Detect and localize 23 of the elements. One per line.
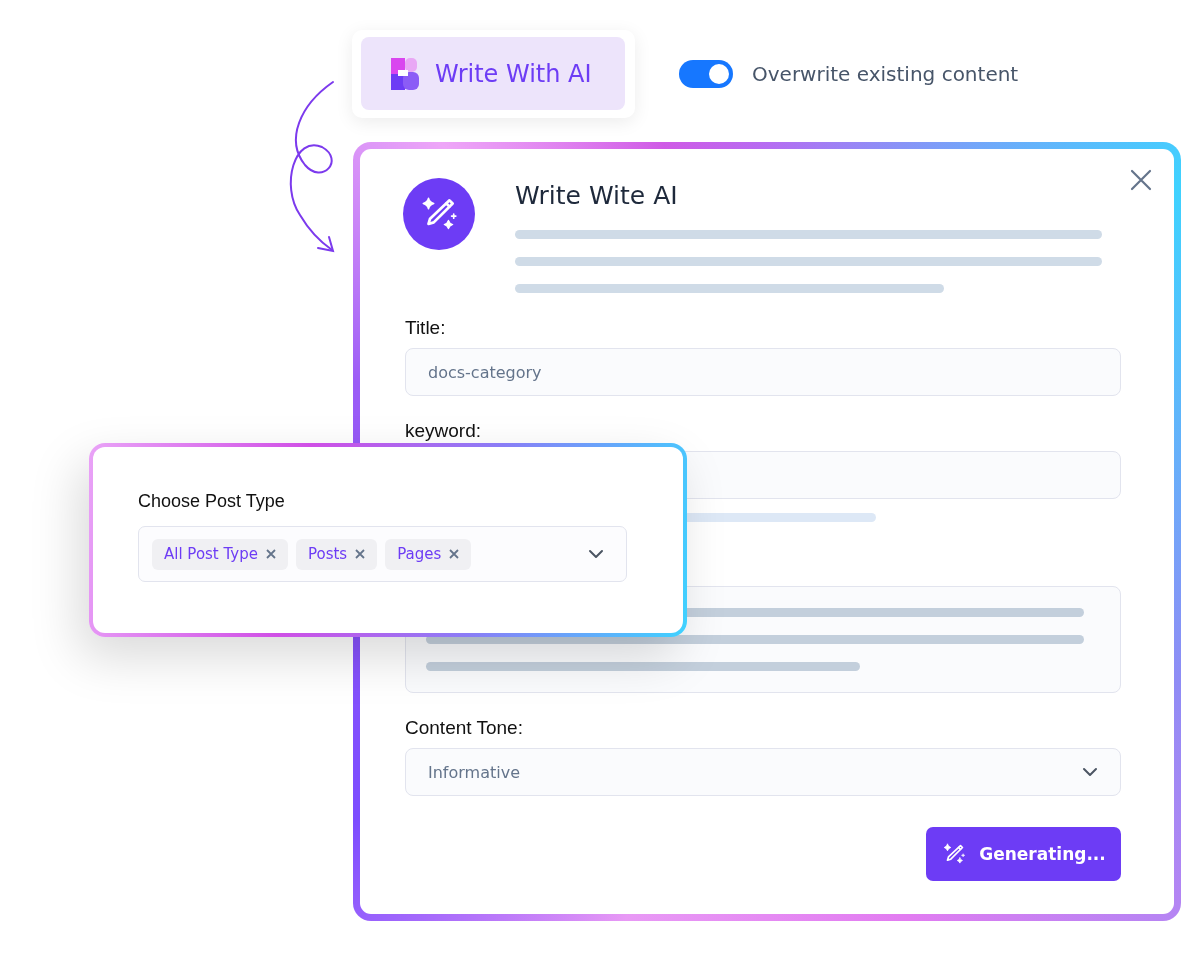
dialog-title: Write Wite AI	[515, 182, 679, 210]
input-field[interactable]: docs-category	[405, 348, 1121, 396]
logo-icon	[391, 57, 419, 90]
generate-button[interactable]: Generating...	[926, 827, 1121, 881]
field-label: Title:	[405, 317, 447, 339]
write-with-ai-button[interactable]: Write With AI	[361, 37, 625, 110]
remove-icon[interactable]	[266, 549, 276, 559]
remove-icon[interactable]	[355, 549, 366, 559]
field-label: Choose Post Type	[138, 491, 286, 512]
post-type-chip[interactable]: All Post Type	[152, 538, 288, 570]
field-label: Content Tone:	[405, 717, 524, 739]
remove-icon[interactable]	[449, 549, 460, 559]
toggle-switch[interactable]	[679, 60, 733, 88]
field-label: keyword:	[405, 420, 483, 442]
chevron-down-icon	[588, 549, 604, 559]
select-field[interactable]: Informative	[405, 748, 1121, 796]
post-type-select[interactable]: All Post Type Posts Pages	[138, 526, 627, 582]
chevron-down-icon	[1082, 767, 1098, 777]
toggle-label: Overwrite existing content	[752, 62, 1019, 86]
magic-pencil-icon	[941, 841, 968, 867]
post-type-chip[interactable]: Pages	[385, 538, 472, 570]
close-icon[interactable]	[1128, 167, 1154, 193]
post-type-chip[interactable]: Posts	[296, 538, 378, 570]
